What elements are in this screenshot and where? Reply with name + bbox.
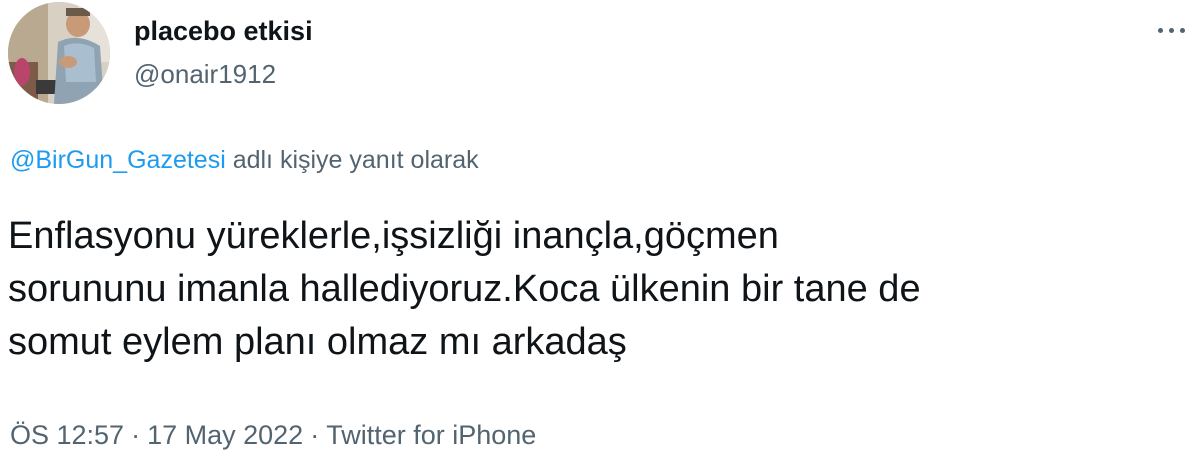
reply-context-suffix: adlı kişiye yanıt olarak <box>225 146 479 174</box>
author-display-name[interactable]: placebo etkisi <box>134 14 313 48</box>
meta-separator: · <box>131 420 141 450</box>
reply-context: @BirGun_Gazetesi adlı kişiye yanıt olara… <box>10 144 479 176</box>
meta-separator: · <box>310 420 320 450</box>
more-horizontal-icon-dot <box>1168 27 1174 33</box>
tweet-text: Enflasyonu yüreklerle,işsizliği inançla,… <box>8 215 921 363</box>
more-horizontal-icon <box>1157 27 1163 33</box>
tweet-source[interactable]: Twitter for iPhone <box>326 420 536 450</box>
more-horizontal-icon-dot <box>1179 27 1185 33</box>
avatar[interactable] <box>8 2 110 104</box>
more-options-button[interactable] <box>1150 16 1192 44</box>
tweet-meta: ÖS 12:57 · 17 May 2022 · Twitter for iPhone <box>10 418 536 452</box>
author-handle[interactable]: @onair1912 <box>134 58 276 90</box>
avatar-photo <box>8 2 110 104</box>
tweet-time[interactable]: ÖS 12:57 <box>10 420 124 450</box>
tweet-card: placebo etkisi @onair1912 @BirGun_Gazete… <box>0 0 1200 468</box>
reply-mention-link[interactable]: @BirGun_Gazetesi <box>10 146 226 174</box>
tweet-date[interactable]: 17 May 2022 <box>147 420 303 450</box>
